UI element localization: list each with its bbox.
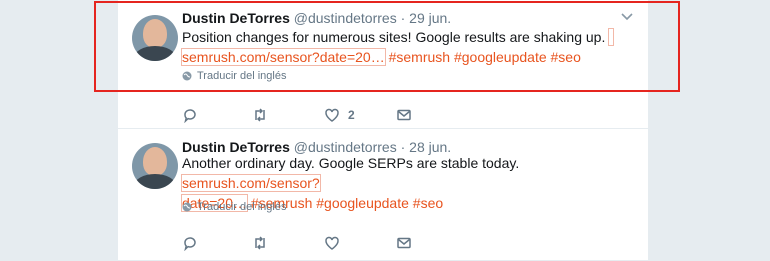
tweet-text-body: Another ordinary day. Google SERPs are s… (182, 155, 520, 171)
reply-icon (184, 109, 196, 123)
envelope-icon (397, 237, 411, 249)
envelope-icon (397, 109, 411, 121)
heart-icon (325, 108, 339, 122)
tweet-link-part1[interactable]: semrush.com/sensor? (181, 174, 321, 192)
retweet-icon (255, 236, 265, 250)
highlight-box (94, 1, 680, 92)
tweet-actions: 2 (182, 106, 482, 126)
reply-button[interactable] (182, 106, 198, 124)
like-button[interactable]: 2 (324, 106, 355, 124)
reply-button[interactable] (182, 234, 198, 252)
like-button[interactable] (324, 234, 340, 252)
dm-button[interactable] (396, 106, 412, 124)
avatar[interactable] (132, 143, 178, 189)
reply-icon (184, 237, 196, 251)
translate-link[interactable]: Traducir del inglés (182, 201, 286, 213)
translate-label: Traducir del inglés (197, 201, 287, 213)
retweet-button[interactable] (252, 234, 268, 252)
retweet-button[interactable] (252, 106, 268, 124)
avatar-shoulders (134, 174, 176, 189)
avatar-face (143, 147, 167, 176)
tweet-actions (182, 234, 482, 254)
retweet-icon (255, 108, 265, 122)
heart-icon (325, 236, 339, 250)
globe-icon (182, 202, 192, 212)
dm-button[interactable] (396, 234, 412, 252)
tweet[interactable]: Dustin DeTorres @dustindetorres · 28 jun… (118, 128, 648, 261)
like-count: 2 (348, 108, 355, 122)
